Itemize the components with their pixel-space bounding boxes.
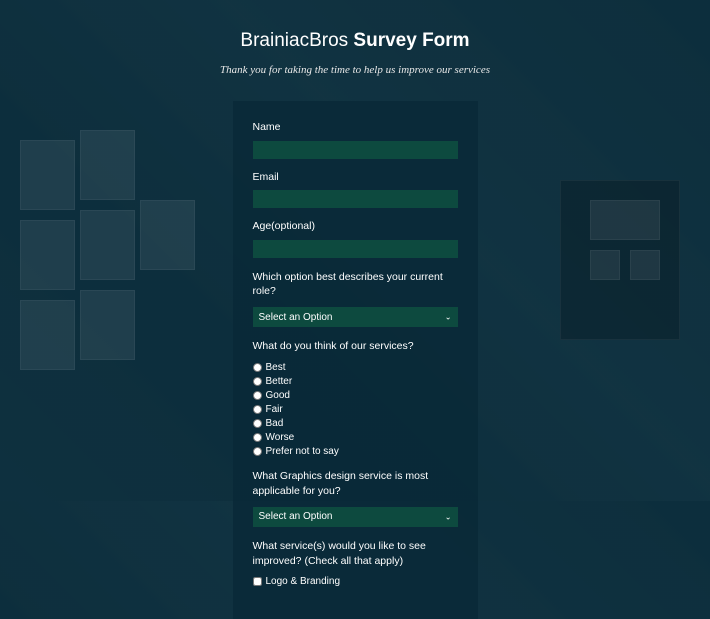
- radio-label: Fair: [266, 404, 283, 415]
- email-label: Email: [253, 171, 458, 183]
- improve-question: What service(s) would you like to see im…: [253, 539, 458, 568]
- checkbox-item: Logo & Branding: [253, 576, 458, 587]
- radio-item: Good: [253, 390, 458, 401]
- title-form: Survey Form: [353, 30, 469, 51]
- radio-prefer-not[interactable]: [253, 447, 262, 456]
- page-title: BrainiacBros Survey Form: [240, 30, 469, 52]
- age-label: Age(optional): [253, 220, 458, 232]
- radio-label: Better: [266, 376, 293, 387]
- survey-form: Name Email Age(optional) Which option be…: [233, 101, 478, 619]
- radio-label: Worse: [266, 432, 295, 443]
- graphics-question: What Graphics design service is most app…: [253, 469, 458, 498]
- radio-item: Prefer not to say: [253, 446, 458, 457]
- service-question: What do you think of our services?: [253, 339, 458, 354]
- service-radio-group: Best Better Good Fair Bad Worse: [253, 362, 458, 457]
- name-label: Name: [253, 121, 458, 133]
- radio-better[interactable]: [253, 377, 262, 386]
- age-input[interactable]: [253, 240, 458, 258]
- radio-item: Best: [253, 362, 458, 373]
- radio-label: Best: [266, 362, 286, 373]
- radio-label: Bad: [266, 418, 284, 429]
- page-subtitle: Thank you for taking the time to help us…: [220, 64, 490, 76]
- radio-item: Worse: [253, 432, 458, 443]
- radio-label: Good: [266, 390, 290, 401]
- checkbox-logo-branding[interactable]: [253, 577, 262, 586]
- radio-best[interactable]: [253, 363, 262, 372]
- radio-label: Prefer not to say: [266, 446, 339, 457]
- radio-bad[interactable]: [253, 419, 262, 428]
- title-brand: BrainiacBros: [240, 30, 353, 51]
- checkbox-label: Logo & Branding: [266, 576, 341, 587]
- graphics-select[interactable]: Select an Option: [253, 507, 458, 527]
- radio-item: Fair: [253, 404, 458, 415]
- radio-item: Bad: [253, 418, 458, 429]
- improve-checkbox-group: Logo & Branding: [253, 576, 458, 587]
- radio-fair[interactable]: [253, 405, 262, 414]
- role-select[interactable]: Select an Option: [253, 307, 458, 327]
- radio-good[interactable]: [253, 391, 262, 400]
- radio-worse[interactable]: [253, 433, 262, 442]
- email-input[interactable]: [253, 190, 458, 208]
- role-question: Which option best describes your current…: [253, 270, 458, 299]
- name-input[interactable]: [253, 141, 458, 159]
- radio-item: Better: [253, 376, 458, 387]
